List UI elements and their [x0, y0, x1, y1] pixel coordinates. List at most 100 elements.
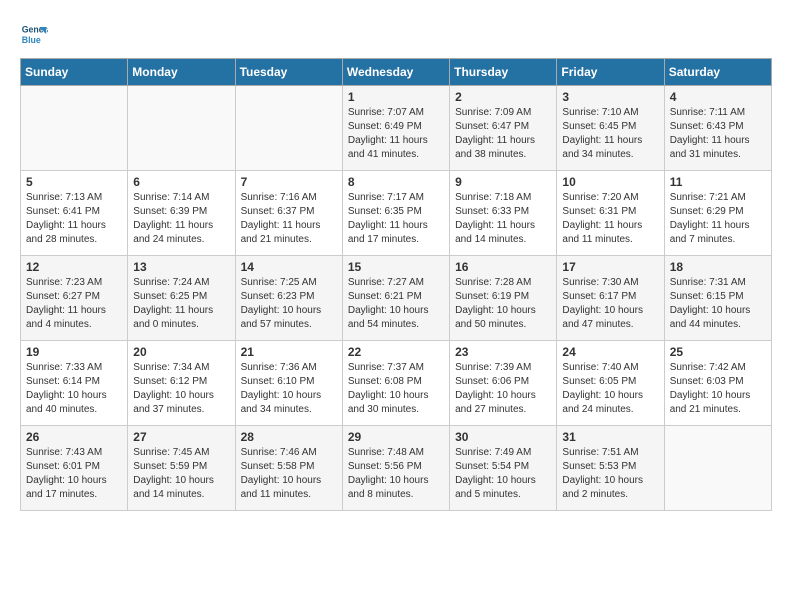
calendar-cell: 16 Sunrise: 7:28 AMSunset: 6:19 PMDayligh…: [450, 256, 557, 341]
cell-details: Sunrise: 7:11 AMSunset: 6:43 PMDaylight:…: [670, 106, 766, 162]
cell-details: Sunrise: 7:13 AMSunset: 6:41 PMDaylight:…: [26, 191, 122, 247]
cell-details: Sunrise: 7:43 AMSunset: 6:01 PMDaylight:…: [26, 446, 122, 502]
calendar-cell: 17 Sunrise: 7:30 AMSunset: 6:17 PMDayligh…: [557, 256, 664, 341]
day-number: 16: [455, 260, 551, 274]
cell-details: Sunrise: 7:07 AMSunset: 6:49 PMDaylight:…: [348, 106, 444, 162]
day-number: 21: [241, 345, 337, 359]
calendar-week-5: 26 Sunrise: 7:43 AMSunset: 6:01 PMDayligh…: [21, 426, 772, 511]
cell-details: Sunrise: 7:40 AMSunset: 6:05 PMDaylight:…: [562, 361, 658, 417]
day-number: 17: [562, 260, 658, 274]
cell-details: Sunrise: 7:09 AMSunset: 6:47 PMDaylight:…: [455, 106, 551, 162]
cell-details: Sunrise: 7:31 AMSunset: 6:15 PMDaylight:…: [670, 276, 766, 332]
cell-details: Sunrise: 7:37 AMSunset: 6:08 PMDaylight:…: [348, 361, 444, 417]
cell-details: Sunrise: 7:17 AMSunset: 6:35 PMDaylight:…: [348, 191, 444, 247]
calendar-cell: 6 Sunrise: 7:14 AMSunset: 6:39 PMDaylight…: [128, 171, 235, 256]
calendar-cell: 8 Sunrise: 7:17 AMSunset: 6:35 PMDaylight…: [342, 171, 449, 256]
calendar-cell: 13Sunrise: 7:24 AMSunset: 6:25 PMDayligh…: [128, 256, 235, 341]
calendar-cell: [664, 426, 771, 511]
cell-details: Sunrise: 7:51 AMSunset: 5:53 PMDaylight:…: [562, 446, 658, 502]
day-number: 7: [241, 175, 337, 189]
calendar-cell: 15 Sunrise: 7:27 AMSunset: 6:21 PMDayligh…: [342, 256, 449, 341]
calendar-cell: [128, 86, 235, 171]
calendar-cell: 18 Sunrise: 7:31 AMSunset: 6:15 PMDayligh…: [664, 256, 771, 341]
calendar-cell: [235, 86, 342, 171]
calendar-cell: 26 Sunrise: 7:43 AMSunset: 6:01 PMDayligh…: [21, 426, 128, 511]
calendar-cell: [21, 86, 128, 171]
column-header-saturday: Saturday: [664, 59, 771, 86]
calendar-cell: 9 Sunrise: 7:18 AMSunset: 6:33 PMDaylight…: [450, 171, 557, 256]
day-number: 30: [455, 430, 551, 444]
cell-details: Sunrise: 7:27 AMSunset: 6:21 PMDaylight:…: [348, 276, 444, 332]
day-number: 18: [670, 260, 766, 274]
day-number: 22: [348, 345, 444, 359]
calendar-header-row: SundayMondayTuesdayWednesdayThursdayFrid…: [21, 59, 772, 86]
column-header-thursday: Thursday: [450, 59, 557, 86]
cell-details: Sunrise: 7:30 AMSunset: 6:17 PMDaylight:…: [562, 276, 658, 332]
calendar-cell: 10 Sunrise: 7:20 AMSunset: 6:31 PMDayligh…: [557, 171, 664, 256]
calendar-cell: 25 Sunrise: 7:42 AMSunset: 6:03 PMDayligh…: [664, 341, 771, 426]
cell-details: Sunrise: 7:45 AMSunset: 5:59 PMDaylight:…: [133, 446, 229, 502]
column-header-tuesday: Tuesday: [235, 59, 342, 86]
cell-details: Sunrise: 7:42 AMSunset: 6:03 PMDaylight:…: [670, 361, 766, 417]
calendar-cell: 14 Sunrise: 7:25 AMSunset: 6:23 PMDayligh…: [235, 256, 342, 341]
cell-details: Sunrise: 7:28 AMSunset: 6:19 PMDaylight:…: [455, 276, 551, 332]
cell-details: Sunrise: 7:10 AMSunset: 6:45 PMDaylight:…: [562, 106, 658, 162]
calendar-cell: 19 Sunrise: 7:33 AMSunset: 6:14 PMDayligh…: [21, 341, 128, 426]
calendar-cell: 20 Sunrise: 7:34 AMSunset: 6:12 PMDayligh…: [128, 341, 235, 426]
calendar-week-1: 1 Sunrise: 7:07 AMSunset: 6:49 PMDaylight…: [21, 86, 772, 171]
day-number: 26: [26, 430, 122, 444]
calendar-cell: 28Sunrise: 7:46 AMSunset: 5:58 PMDayligh…: [235, 426, 342, 511]
day-number: 12: [26, 260, 122, 274]
calendar-cell: 7Sunrise: 7:16 AMSunset: 6:37 PMDaylight…: [235, 171, 342, 256]
day-number: 10: [562, 175, 658, 189]
calendar-cell: 12 Sunrise: 7:23 AMSunset: 6:27 PMDayligh…: [21, 256, 128, 341]
day-number: 2: [455, 90, 551, 104]
column-header-sunday: Sunday: [21, 59, 128, 86]
day-number: 29: [348, 430, 444, 444]
cell-details: Sunrise: 7:39 AMSunset: 6:06 PMDaylight:…: [455, 361, 551, 417]
day-number: 15: [348, 260, 444, 274]
cell-details: Sunrise: 7:48 AMSunset: 5:56 PMDaylight:…: [348, 446, 444, 502]
calendar-cell: 4 Sunrise: 7:11 AMSunset: 6:43 PMDaylight…: [664, 86, 771, 171]
day-number: 31: [562, 430, 658, 444]
day-number: 24: [562, 345, 658, 359]
day-number: 19: [26, 345, 122, 359]
day-number: 3: [562, 90, 658, 104]
cell-details: Sunrise: 7:18 AMSunset: 6:33 PMDaylight:…: [455, 191, 551, 247]
cell-details: Sunrise: 7:34 AMSunset: 6:12 PMDaylight:…: [133, 361, 229, 417]
cell-details: Sunrise: 7:14 AMSunset: 6:39 PMDaylight:…: [133, 191, 229, 247]
day-number: 9: [455, 175, 551, 189]
calendar-cell: 2 Sunrise: 7:09 AMSunset: 6:47 PMDaylight…: [450, 86, 557, 171]
cell-details: Sunrise: 7:20 AMSunset: 6:31 PMDaylight:…: [562, 191, 658, 247]
cell-details: Sunrise: 7:33 AMSunset: 6:14 PMDaylight:…: [26, 361, 122, 417]
cell-details: Sunrise: 7:46 AMSunset: 5:58 PMDaylight:…: [241, 446, 337, 502]
calendar-cell: 30 Sunrise: 7:49 AMSunset: 5:54 PMDayligh…: [450, 426, 557, 511]
column-header-wednesday: Wednesday: [342, 59, 449, 86]
calendar-body: 1 Sunrise: 7:07 AMSunset: 6:49 PMDaylight…: [21, 86, 772, 511]
calendar-cell: 31 Sunrise: 7:51 AMSunset: 5:53 PMDayligh…: [557, 426, 664, 511]
cell-details: Sunrise: 7:25 AMSunset: 6:23 PMDaylight:…: [241, 276, 337, 332]
calendar-cell: 11Sunrise: 7:21 AMSunset: 6:29 PMDayligh…: [664, 171, 771, 256]
day-number: 1: [348, 90, 444, 104]
day-number: 6: [133, 175, 229, 189]
day-number: 25: [670, 345, 766, 359]
calendar-cell: 21 Sunrise: 7:36 AMSunset: 6:10 PMDayligh…: [235, 341, 342, 426]
calendar-cell: 23 Sunrise: 7:39 AMSunset: 6:06 PMDayligh…: [450, 341, 557, 426]
day-number: 11: [670, 175, 766, 189]
calendar-week-3: 12 Sunrise: 7:23 AMSunset: 6:27 PMDayligh…: [21, 256, 772, 341]
day-number: 23: [455, 345, 551, 359]
calendar-cell: 22 Sunrise: 7:37 AMSunset: 6:08 PMDayligh…: [342, 341, 449, 426]
column-header-monday: Monday: [128, 59, 235, 86]
day-number: 20: [133, 345, 229, 359]
cell-details: Sunrise: 7:49 AMSunset: 5:54 PMDaylight:…: [455, 446, 551, 502]
day-number: 13: [133, 260, 229, 274]
day-number: 8: [348, 175, 444, 189]
cell-details: Sunrise: 7:23 AMSunset: 6:27 PMDaylight:…: [26, 276, 122, 332]
calendar-week-2: 5Sunrise: 7:13 AMSunset: 6:41 PMDaylight…: [21, 171, 772, 256]
cell-details: Sunrise: 7:36 AMSunset: 6:10 PMDaylight:…: [241, 361, 337, 417]
calendar-cell: 27Sunrise: 7:45 AMSunset: 5:59 PMDayligh…: [128, 426, 235, 511]
day-number: 14: [241, 260, 337, 274]
calendar-cell: 29 Sunrise: 7:48 AMSunset: 5:56 PMDayligh…: [342, 426, 449, 511]
day-number: 4: [670, 90, 766, 104]
calendar-cell: 5Sunrise: 7:13 AMSunset: 6:41 PMDaylight…: [21, 171, 128, 256]
